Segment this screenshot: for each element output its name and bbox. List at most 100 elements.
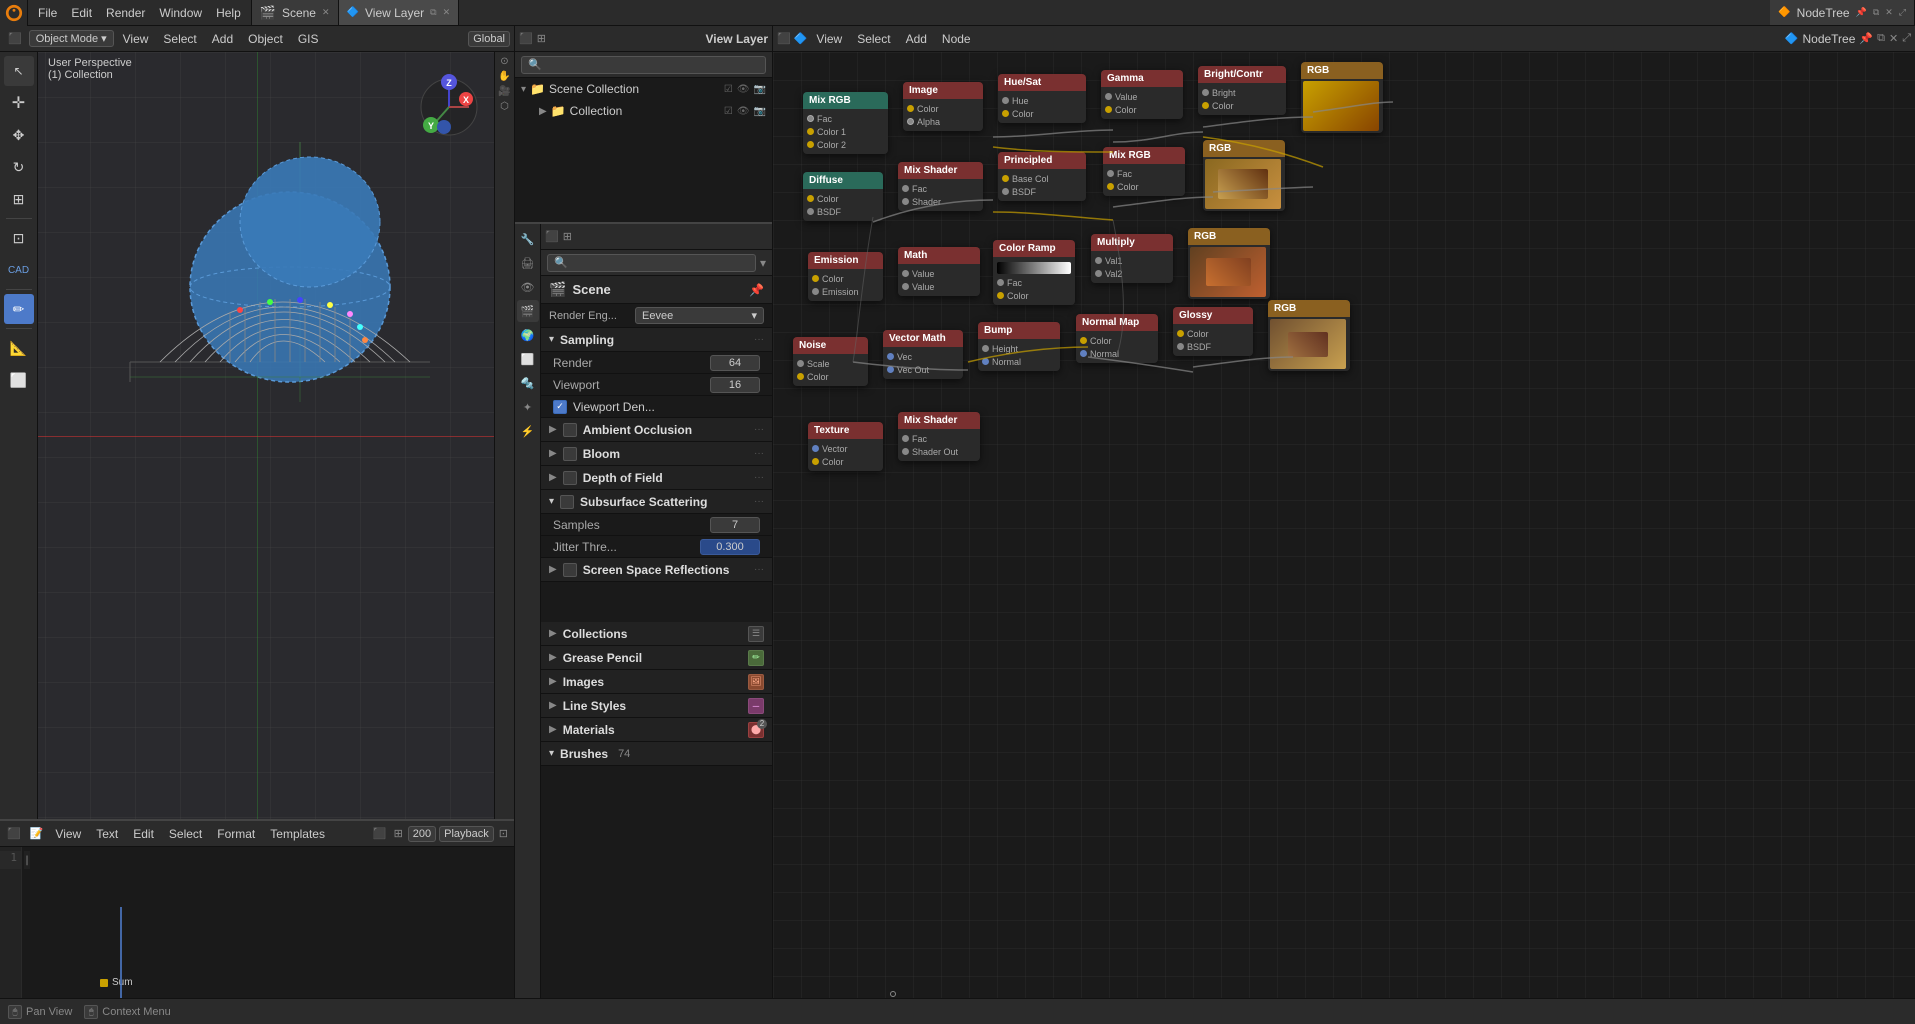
outliner-collection[interactable]: ▶ 📁 Collection ☑ 👁 📷 xyxy=(515,100,772,122)
menu-edit[interactable]: Edit xyxy=(65,6,98,20)
node-15[interactable]: Vector Math Vec Vec Out xyxy=(883,330,963,379)
text-view-menu[interactable]: View xyxy=(49,825,87,843)
node-copy-btn[interactable]: ⧉ xyxy=(1877,32,1885,45)
node-5[interactable]: Bright/Contr Bright Color xyxy=(1198,66,1286,115)
viewport-editor-type[interactable]: ⬛ xyxy=(4,30,26,47)
node-tree-tab[interactable]: 🔶 NodeTree 📌 ⧉ ✕ ⤢ xyxy=(1770,0,1915,25)
tool-cursor[interactable]: ✛ xyxy=(4,88,34,118)
frame-number[interactable]: 200 xyxy=(408,826,436,842)
node-1[interactable]: Mix RGB Fac Color 1 Color 2 xyxy=(803,92,888,154)
viewport-add-menu[interactable]: Add xyxy=(206,30,239,48)
mini-btn-2[interactable]: ✋ xyxy=(498,71,510,82)
collection-cam[interactable]: 📷 xyxy=(754,106,766,117)
node-8[interactable]: Principled Base Col BSDF xyxy=(998,152,1086,201)
node-output-4[interactable]: RGB xyxy=(1268,300,1350,371)
viewport-3d[interactable]: ↖ ✛ ✥ ↻ ⊞ ⊡ CAD ✏ 📐 ⬜ User Perspective xyxy=(0,52,514,819)
outliner-scene-collection[interactable]: ▾ 📁 Scene Collection ☑ 👁 📷 xyxy=(515,78,772,100)
scene-collection-check[interactable]: ☑ xyxy=(724,84,733,95)
anim-marker-btn[interactable]: ⊞ xyxy=(392,825,405,842)
text-text-menu[interactable]: Text xyxy=(90,825,124,843)
ls-icon[interactable]: ─ xyxy=(748,698,764,714)
outliner-display-btn[interactable]: ⊞ xyxy=(537,32,546,45)
node-tree-expand[interactable]: ⤢ xyxy=(1899,7,1906,18)
viewport-gis-menu[interactable]: GIS xyxy=(292,30,325,48)
tool-measure[interactable]: 📐 xyxy=(4,333,34,363)
tool-rotate[interactable]: ↻ xyxy=(4,152,34,182)
anim-type-btn[interactable]: ⬛ xyxy=(371,825,389,842)
text-editor-type-btn[interactable]: ⬛ xyxy=(4,825,24,842)
sss-dots[interactable]: ··· xyxy=(754,496,764,507)
text-editor-mode-btn[interactable]: 📝 xyxy=(27,825,47,842)
collection-eye[interactable]: 👁 xyxy=(737,106,750,117)
node-tree-pin[interactable]: 📌 xyxy=(1856,7,1867,18)
node-16[interactable]: Bump Height Normal xyxy=(978,322,1060,371)
tool-transform[interactable]: ⊡ xyxy=(4,223,34,253)
node-pin-active[interactable]: 📌 xyxy=(1859,32,1873,45)
tool-annotate[interactable]: ✏ xyxy=(4,294,34,324)
node-14[interactable]: Noise Scale Color xyxy=(793,337,868,386)
mini-btn-3[interactable]: 🎥 xyxy=(498,86,510,97)
brushes-section[interactable]: ▾ Brushes 74 xyxy=(541,742,772,766)
viewport-object-menu[interactable]: Object xyxy=(242,30,289,48)
text-templates-menu[interactable]: Templates xyxy=(264,825,331,843)
ao-dots[interactable]: ··· xyxy=(754,424,764,435)
ambient-occlusion-section[interactable]: ▶ Ambient Occlusion ··· xyxy=(541,418,772,442)
node-17[interactable]: Normal Map Color Normal xyxy=(1076,314,1158,363)
dof-checkbox[interactable] xyxy=(563,471,577,485)
node-expand-btn[interactable]: ⤢ xyxy=(1902,32,1911,45)
text-select-menu[interactable]: Select xyxy=(163,825,208,843)
node-output-2[interactable]: RGB xyxy=(1203,140,1285,211)
grease-pencil-section[interactable]: ▶ Grease Pencil ✏ xyxy=(541,646,772,670)
prop-tab-physics[interactable]: ⚡ xyxy=(517,420,539,442)
bloom-dots[interactable]: ··· xyxy=(754,448,764,459)
prop-tab-view[interactable]: 👁 xyxy=(517,276,539,298)
sampling-dots[interactable]: ··· xyxy=(754,334,764,345)
scene-close[interactable]: ✕ xyxy=(322,7,330,18)
node-11[interactable]: Math Value Value xyxy=(898,247,980,296)
node-13[interactable]: Multiply Val1 Val2 xyxy=(1091,234,1173,283)
menu-help[interactable]: Help xyxy=(210,6,247,20)
view-layer-tab[interactable]: 🔷 View Layer ⧉ ✕ xyxy=(339,0,460,25)
blender-logo[interactable] xyxy=(0,0,28,26)
tool-box[interactable]: ⬜ xyxy=(4,365,34,395)
bloom-checkbox[interactable] xyxy=(563,447,577,461)
props-search-input[interactable] xyxy=(547,254,756,272)
node-20[interactable]: Mix Shader Fac Shader Out xyxy=(898,412,980,461)
node-3[interactable]: Hue/Sat Hue Color xyxy=(998,74,1086,123)
gp-icon[interactable]: ✏ xyxy=(748,650,764,666)
ssr-section[interactable]: ▶ Screen Space Reflections ··· xyxy=(541,558,772,582)
menu-render[interactable]: Render xyxy=(100,6,151,20)
images-section[interactable]: ▶ Images 🖼 xyxy=(541,670,772,694)
ssr-checkbox[interactable] xyxy=(563,563,577,577)
outliner-search-input[interactable] xyxy=(521,56,766,74)
sss-checkbox[interactable] xyxy=(560,495,574,509)
props-display-btn[interactable]: ⊞ xyxy=(563,230,572,243)
images-icon[interactable]: 🖼 xyxy=(748,674,764,690)
collections-icon[interactable]: ☰ xyxy=(748,626,764,642)
ao-checkbox[interactable] xyxy=(563,423,577,437)
bloom-section[interactable]: ▶ Bloom ··· xyxy=(541,442,772,466)
node-output-1[interactable]: RGB xyxy=(1301,62,1383,133)
materials-section[interactable]: ▶ Materials ⬤ 2 xyxy=(541,718,772,742)
collections-section[interactable]: ▶ Collections ☰ xyxy=(541,622,772,646)
scene-collection-cam[interactable]: 📷 xyxy=(754,84,766,95)
props-search-options[interactable]: ▾ xyxy=(760,256,766,270)
prop-tab-object[interactable]: ⬜ xyxy=(517,348,539,370)
viewport-samples-value[interactable]: 16 xyxy=(710,377,760,393)
node-add-menu[interactable]: Add xyxy=(900,30,933,48)
prop-tab-render[interactable]: 🔧 xyxy=(517,228,539,250)
outliner-type-btn[interactable]: ⬛ xyxy=(519,32,533,45)
mini-btn-1[interactable]: ⊙ xyxy=(500,56,508,67)
node-output-3[interactable]: RGB xyxy=(1188,228,1270,299)
node-6[interactable]: Diffuse Color BSDF xyxy=(803,172,883,221)
tool-move[interactable]: ✥ xyxy=(4,120,34,150)
playback-btn[interactable]: Playback xyxy=(439,826,494,842)
props-type-btn[interactable]: ⬛ xyxy=(545,230,559,243)
node-tree-close[interactable]: ✕ xyxy=(1885,7,1893,18)
node-editor-mode-btn[interactable]: 🔷 xyxy=(794,32,808,45)
node-view-menu[interactable]: View xyxy=(810,30,848,48)
axis-widget[interactable]: Z Y X xyxy=(414,72,484,145)
menu-file[interactable]: File xyxy=(32,6,63,20)
object-mode-dropdown[interactable]: Object Mode▾ xyxy=(29,30,114,47)
text-format-menu[interactable]: Format xyxy=(211,825,261,843)
